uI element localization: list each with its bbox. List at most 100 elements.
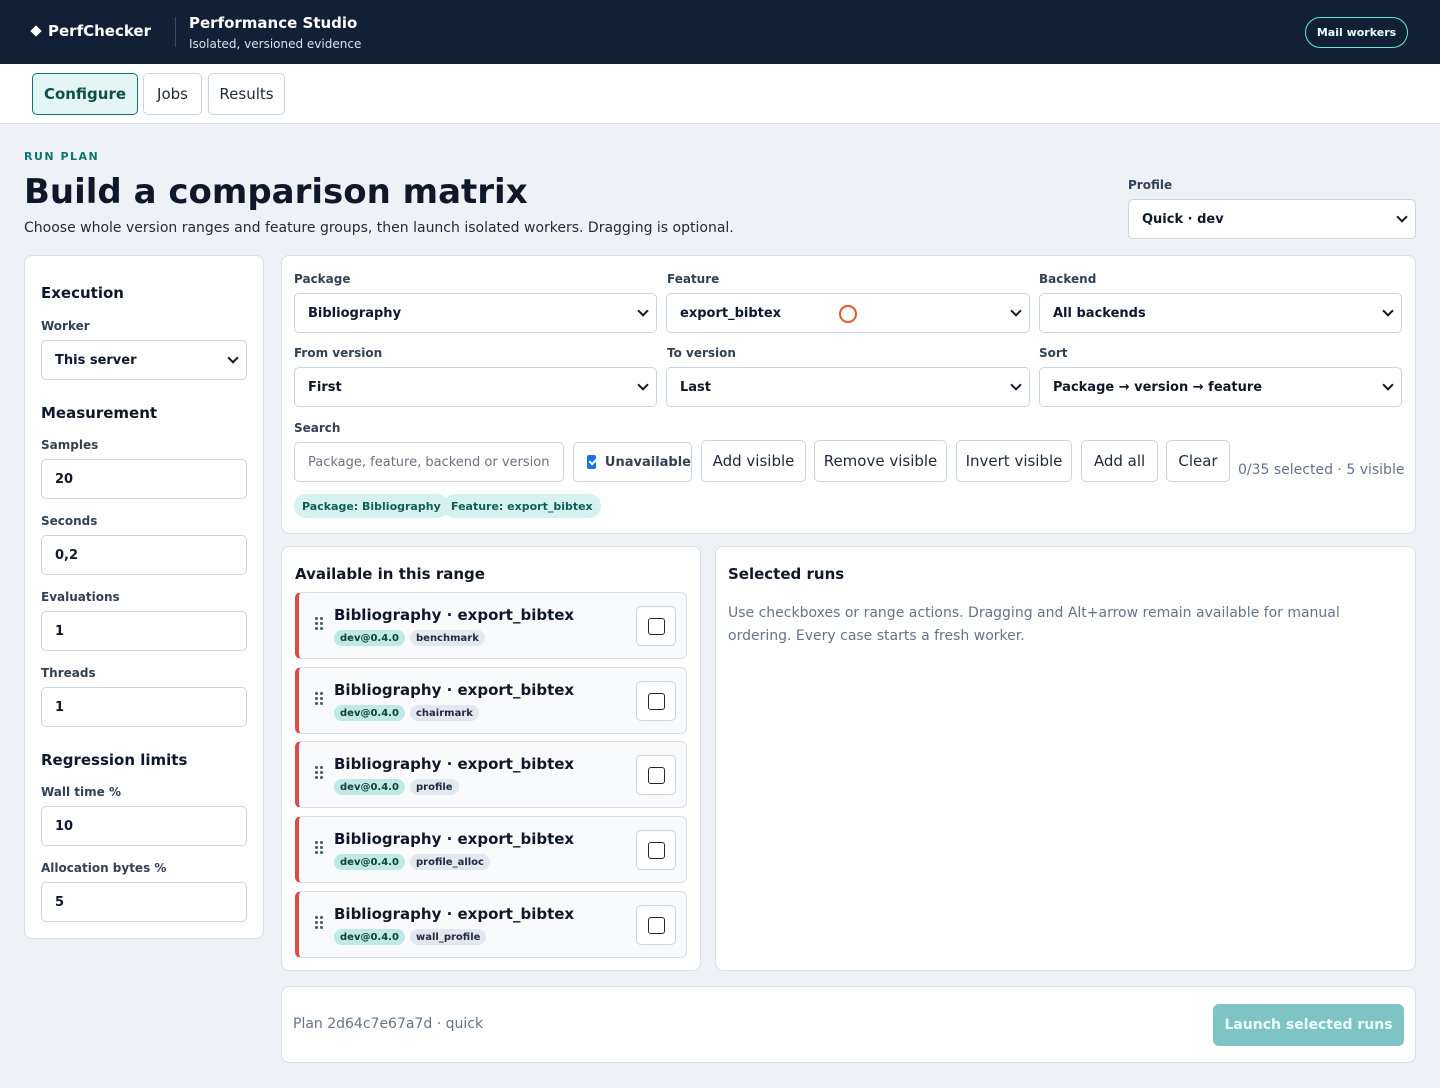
backend-tag: chairmark (410, 705, 479, 721)
wall-time-input[interactable]: 10 (41, 806, 247, 846)
eyebrow: RUN PLAN (24, 150, 100, 163)
top-bar: PerfChecker Performance Studio Isolated,… (0, 0, 1440, 64)
run-checkbox[interactable] (636, 830, 676, 870)
to-version-select[interactable]: Last (666, 367, 1030, 407)
backend-tag: profile_alloc (410, 854, 490, 870)
from-version-label: From version (294, 346, 383, 360)
page-subtitle: Choose whole version ranges and feature … (24, 220, 734, 236)
header-divider (175, 17, 176, 47)
profile-select-value: Quick · dev (1142, 211, 1224, 227)
add-visible-button[interactable]: Add visible (701, 440, 806, 482)
run-title: Bibliography · export_bibtex (334, 681, 575, 699)
backend-select[interactable]: All backends (1039, 293, 1402, 333)
run-title: Bibliography · export_bibtex (334, 755, 575, 773)
add-all-button[interactable]: Add all (1081, 440, 1158, 482)
feature-select[interactable]: export_bibtex (666, 293, 1030, 333)
drag-handle-icon[interactable] (315, 692, 323, 706)
tab-jobs[interactable]: Jobs (143, 73, 202, 115)
chevron-down-icon (637, 305, 649, 317)
execution-heading: Execution (41, 284, 124, 302)
measurement-heading: Measurement (41, 404, 158, 422)
clear-button[interactable]: Clear (1166, 440, 1230, 482)
search-input[interactable]: Package, feature, backend or version (294, 442, 564, 482)
seconds-input[interactable]: 0,2 (41, 535, 247, 575)
filter-chip-feature[interactable]: Feature: export_bibtex (443, 494, 601, 518)
drag-handle-icon[interactable] (315, 766, 323, 780)
drag-handle-icon[interactable] (315, 841, 323, 855)
studio-title: Performance Studio (189, 14, 358, 32)
seconds-label: Seconds (41, 514, 98, 528)
run-checkbox[interactable] (636, 755, 676, 795)
run-checkbox[interactable] (636, 681, 676, 721)
chevron-down-icon (1010, 305, 1022, 317)
version-tag: dev@0.4.0 (334, 705, 405, 721)
profile-select[interactable]: Quick · dev (1128, 199, 1416, 239)
threads-input[interactable]: 1 (41, 687, 247, 727)
checkbox-icon (648, 917, 665, 934)
evaluations-label: Evaluations (41, 590, 120, 604)
evaluations-input[interactable]: 1 (41, 611, 247, 651)
search-label: Search (294, 421, 341, 435)
page-title: Build a comparison matrix (24, 172, 528, 212)
run-title: Bibliography · export_bibtex (334, 830, 575, 848)
sort-select[interactable]: Package → version → feature (1039, 367, 1402, 407)
tab-configure[interactable]: Configure (32, 73, 138, 115)
drag-handle-icon[interactable] (315, 617, 323, 631)
worker-select[interactable]: This server (41, 340, 247, 380)
unavailable-toggle[interactable]: Unavailable (573, 442, 692, 482)
brand[interactable]: PerfChecker (30, 22, 151, 40)
run-row[interactable]: Bibliography · export_bibtex dev@0.4.0 c… (295, 667, 687, 734)
launch-selected-runs-button[interactable]: Launch selected runs (1213, 1004, 1404, 1046)
diamond-logo-icon (30, 25, 42, 37)
allocation-label: Allocation bytes % (41, 861, 167, 875)
unavailable-checkbox-icon[interactable] (587, 455, 599, 469)
chevron-down-icon (227, 352, 239, 364)
run-checkbox[interactable] (636, 606, 676, 646)
run-row[interactable]: Bibliography · export_bibtex dev@0.4.0 w… (295, 891, 687, 958)
version-tag: dev@0.4.0 (334, 929, 405, 945)
version-tag: dev@0.4.0 (334, 854, 405, 870)
filter-chip-package[interactable]: Package: Bibliography (294, 494, 449, 518)
feature-label: Feature (667, 272, 720, 286)
from-version-select[interactable]: First (294, 367, 657, 407)
tab-bar: Configure Jobs Results (0, 64, 1440, 124)
package-label: Package (294, 272, 351, 286)
run-title: Bibliography · export_bibtex (334, 905, 575, 923)
remove-visible-button[interactable]: Remove visible (814, 440, 947, 482)
invert-visible-button[interactable]: Invert visible (956, 440, 1072, 482)
backend-tag: wall_profile (410, 929, 487, 945)
checkbox-icon (648, 618, 665, 635)
available-heading: Available in this range (295, 565, 485, 583)
brand-name: PerfChecker (48, 22, 151, 40)
chevron-down-icon (1382, 305, 1394, 317)
sort-select-value: Package → version → feature (1053, 379, 1263, 395)
plan-id: Plan 2d64c7e67a7d · quick (293, 1016, 484, 1032)
tab-results[interactable]: Results (208, 73, 285, 115)
version-tag: dev@0.4.0 (334, 779, 405, 795)
cursor-ring-icon (839, 305, 857, 323)
backend-select-value: All backends (1053, 305, 1146, 321)
unavailable-label: Unavailable (604, 454, 691, 470)
selected-heading: Selected runs (728, 565, 845, 583)
threads-label: Threads (41, 666, 96, 680)
package-select[interactable]: Bibliography (294, 293, 657, 333)
backend-label: Backend (1039, 272, 1097, 286)
run-row[interactable]: Bibliography · export_bibtex dev@0.4.0 p… (295, 741, 687, 808)
samples-input[interactable]: 20 (41, 459, 247, 499)
sort-label: Sort (1039, 346, 1068, 360)
regression-heading: Regression limits (41, 751, 188, 769)
allocation-input[interactable]: 5 (41, 882, 247, 922)
run-checkbox[interactable] (636, 905, 676, 945)
chevron-down-icon (1010, 379, 1022, 391)
studio-subtitle: Isolated, versioned evidence (189, 37, 362, 51)
to-version-value: Last (680, 379, 712, 395)
drag-handle-icon[interactable] (315, 916, 323, 930)
from-version-value: First (308, 379, 342, 395)
run-row[interactable]: Bibliography · export_bibtex dev@0.4.0 b… (295, 592, 687, 659)
mail-workers-button[interactable]: Mail workers (1305, 17, 1408, 48)
feature-select-value: export_bibtex (680, 305, 782, 321)
run-row[interactable]: Bibliography · export_bibtex dev@0.4.0 p… (295, 816, 687, 883)
checkbox-icon (648, 767, 665, 784)
chevron-down-icon (1396, 211, 1408, 223)
chevron-down-icon (1382, 379, 1394, 391)
